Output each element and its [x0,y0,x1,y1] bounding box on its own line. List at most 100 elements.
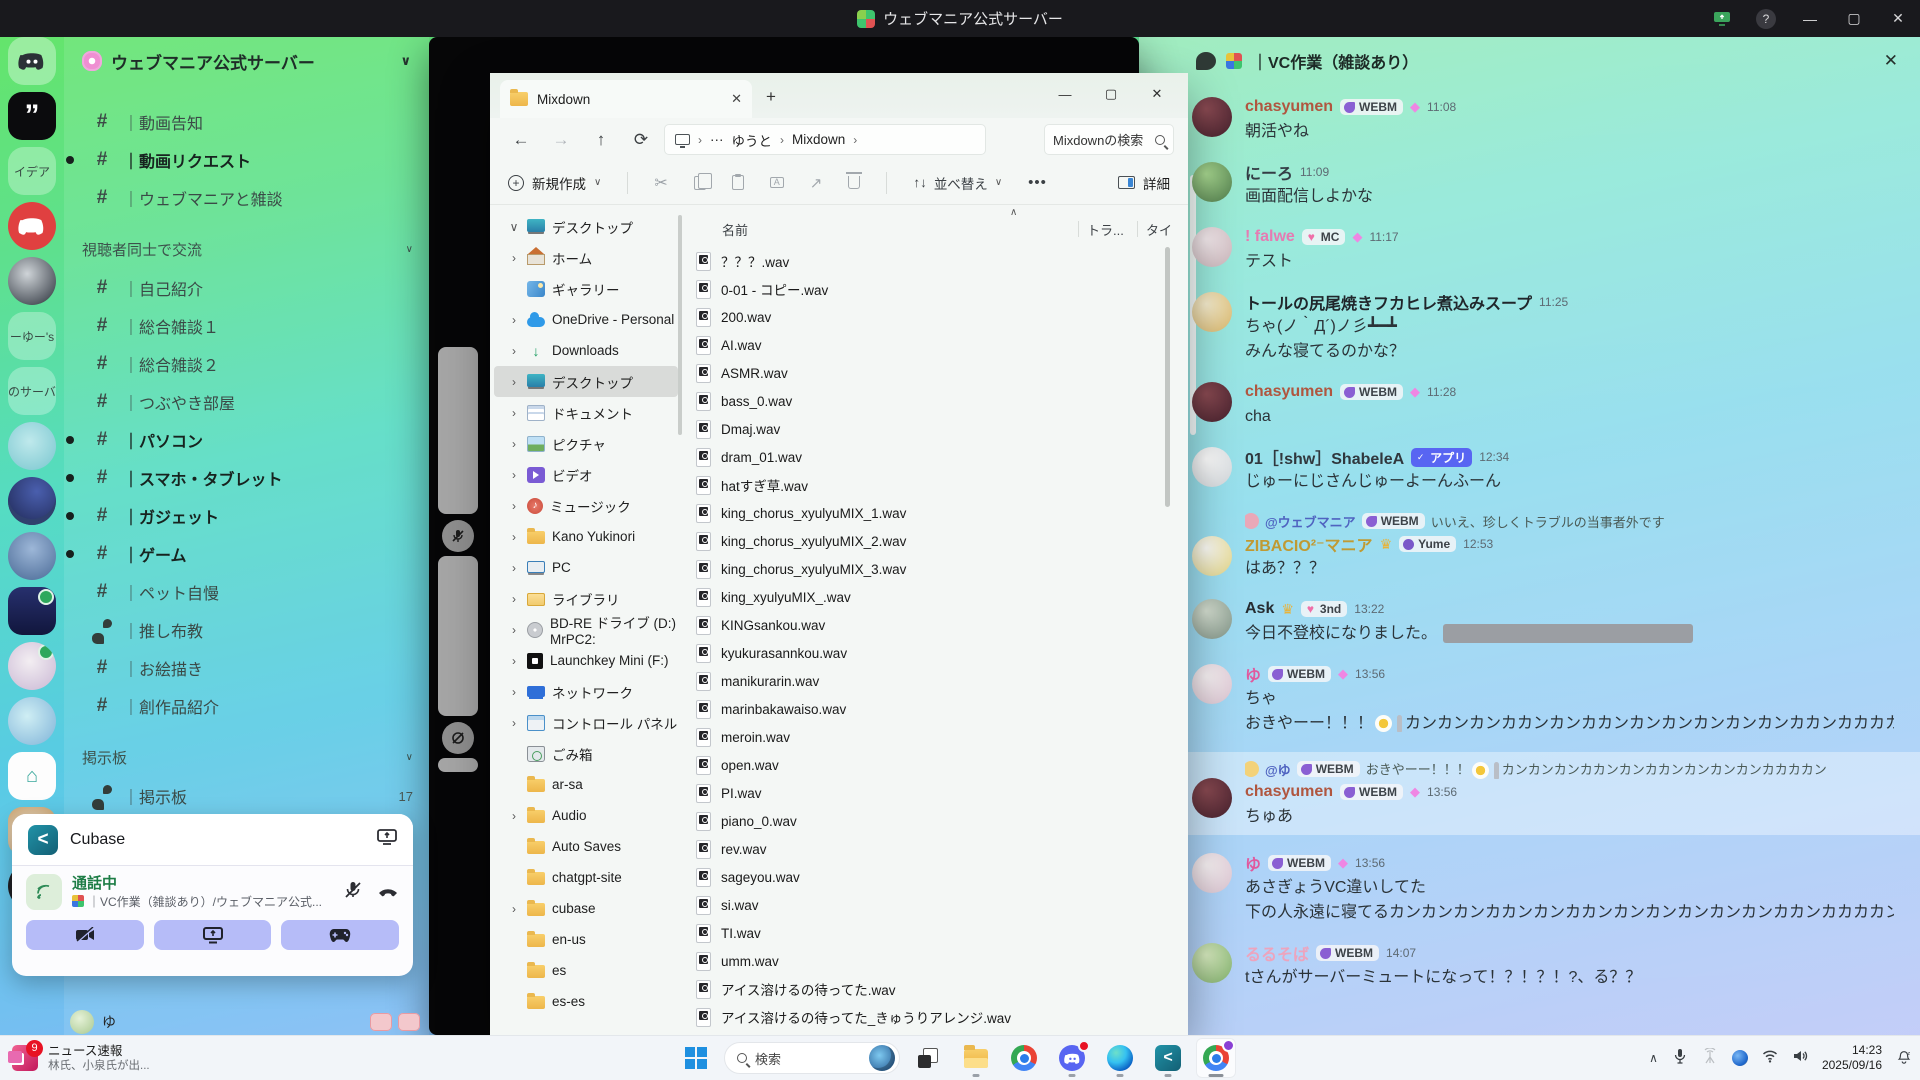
file-row[interactable]: kyukurasannkou.wav [690,639,1164,667]
tree-scrollbar[interactable] [678,215,682,435]
file-row[interactable]: marinbakawaiso.wav [690,695,1164,723]
message-author[interactable]: ゆ [1245,851,1261,875]
column-track[interactable]: トラ... [1087,220,1129,239]
discord-button[interactable] [1052,1038,1092,1078]
camera-off-button[interactable] [26,920,144,950]
avatar[interactable] [1192,227,1232,267]
message-author[interactable]: トールの尻尾焼きフカヒレ煮込みスープ [1245,290,1532,314]
monitor-button[interactable] [442,722,474,754]
channel-item[interactable]: # ｜動画リクエスト [64,141,429,179]
channel-item[interactable]: 視聴者同士で交流 ∨ [64,229,429,269]
server-icon[interactable]: イデア [8,147,56,195]
file-row[interactable]: アイス溶けるの待ってた.wav [690,975,1164,1003]
expand-chevron-icon[interactable]: › [508,902,520,916]
tray-overflow-chevron[interactable]: ∧ [1649,1051,1658,1065]
server-icon[interactable] [8,257,56,305]
tree-item[interactable]: ギャラリー [494,273,678,304]
avatar[interactable] [1192,536,1232,576]
channel-item[interactable]: 掲示板 ∨ [64,737,429,777]
do-not-disturb-bell-icon[interactable]: z [1896,1049,1912,1068]
chat-message[interactable]: ! falwe MC ◆ 11:17 テスト [1192,225,1894,274]
tree-item[interactable]: › OneDrive - Personal [494,304,678,335]
file-row[interactable]: ？？？.wav [690,247,1164,275]
game-activity-button[interactable] [281,920,399,950]
message-author[interactable]: にーろ [1245,160,1293,184]
file-explorer-button[interactable] [956,1038,996,1078]
tree-item[interactable]: ar-sa [494,769,678,800]
file-row[interactable]: umm.wav [690,947,1164,975]
message-author[interactable]: chasyumen [1245,783,1333,801]
avatar[interactable] [1192,447,1232,487]
message-author[interactable]: ! falwe [1245,228,1295,246]
channel-item[interactable]: # ｜パソコン [64,421,429,459]
server-icon[interactable] [8,642,56,690]
file-row[interactable]: dram_01.wav [690,443,1164,471]
close-icon[interactable]: ✕ [1884,51,1898,71]
chat-message[interactable]: ゆ WEBM ◆ 13:56 あさぎょうVC違いしてた 下の人永遠に寝てるカンカ… [1192,851,1894,925]
tree-item[interactable]: › BD-RE ドライブ (D:) MrPC2: [494,614,678,645]
server-icon[interactable] [8,37,56,85]
hangup-icon[interactable] [377,880,399,905]
reply-context[interactable]: @ウェブマニア WEBM いいえ、珍しくトラブルの当事者外です [1245,510,1894,532]
expand-chevron-icon[interactable]: › [508,623,520,637]
minimize-button[interactable]: — [1042,73,1088,115]
tree-item[interactable]: ごみ箱 [494,738,678,769]
tab-close-icon[interactable]: ✕ [731,91,742,107]
file-row[interactable]: ASMR.wav [690,359,1164,387]
search-input[interactable]: Mixdownの検索 [1044,124,1174,155]
taskbar-search[interactable]: 検索 [724,1042,900,1074]
file-row[interactable]: アイス溶けるの待ってた_きゅうりアレンジ.wav [690,1003,1164,1031]
file-row[interactable]: king_chorus_xyulyuMIX_3.wav [690,555,1164,583]
message-author[interactable]: chasyumen [1245,98,1333,116]
volume-icon[interactable] [1792,1048,1808,1069]
message-author[interactable]: 01［!shw］ShabeleA [1245,445,1404,469]
copy-button[interactable] [694,176,706,190]
file-row[interactable]: KINGsankou.wav [690,611,1164,639]
chat-message[interactable]: @ウェブマニア WEBM いいえ、珍しくトラブルの当事者外です ZIBACIO²… [1192,510,1894,581]
channel-item[interactable]: ｜掲示板 17 [64,777,429,815]
new-tab-button[interactable]: + [766,87,776,107]
channel-item[interactable]: # ｜スマホ・タブレット [64,459,429,497]
file-row[interactable]: manikurarin.wav [690,667,1164,695]
message-author[interactable]: ゆ [1245,662,1261,686]
file-row[interactable]: sageyou.wav [690,863,1164,891]
tree-item[interactable]: › cubase [494,893,678,924]
file-row[interactable]: 0-01 - コピー.wav [690,275,1164,303]
tree-item[interactable]: › デスクトップ [494,366,678,397]
expand-chevron-icon[interactable]: › [508,468,520,482]
tree-item[interactable]: › Downloads [494,335,678,366]
refresh-button[interactable]: ⟳ [624,130,658,150]
rename-button[interactable] [770,177,784,188]
widgets-button[interactable]: 9 ニュース速報林氏、小泉氏が出... [0,1036,162,1080]
expand-chevron-icon[interactable]: ∨ [508,220,520,234]
expand-chevron-icon[interactable]: › [508,437,520,451]
expand-chevron-icon[interactable]: › [508,251,520,265]
close-button[interactable]: ✕ [1134,73,1180,115]
expand-chevron-icon[interactable]: › [508,809,520,823]
server-icon[interactable] [8,422,56,470]
channel-item[interactable]: # ｜ゲーム [64,535,429,573]
message-author[interactable]: るるそば [1245,941,1309,965]
expand-chevron-icon[interactable]: › [508,654,520,668]
edge-button[interactable] [1100,1038,1140,1078]
scrollbar[interactable] [438,758,478,772]
file-row[interactable]: AI.wav [690,331,1164,359]
chat-message[interactable]: chasyumen WEBM ◆ 11:08 朝活やね [1192,95,1894,144]
channel-item[interactable] [64,217,429,229]
channel-item[interactable]: # ｜お絵描き [64,649,429,687]
file-row[interactable]: king_chorus_xyulyuMIX_2.wav [690,527,1164,555]
avatar[interactable] [1192,778,1232,818]
channel-item[interactable]: # ｜自己紹介 [64,269,429,307]
maximize-button[interactable]: ▢ [1832,0,1876,37]
maximize-button[interactable]: ▢ [1088,73,1134,115]
file-row[interactable]: piano_0.wav [690,807,1164,835]
avatar[interactable] [1192,853,1232,893]
breadcrumb-more[interactable]: ··· [710,132,724,147]
message-author[interactable]: ZIBACIO²⁻マニア [1245,532,1373,556]
expand-chevron-icon[interactable]: › [508,406,520,420]
back-button[interactable]: ← [504,130,538,150]
screenshare-button[interactable] [154,920,272,950]
share-button[interactable]: ↗ [810,174,823,192]
expand-chevron-icon[interactable]: › [508,716,520,730]
tree-item[interactable]: › ミュージック [494,490,678,521]
